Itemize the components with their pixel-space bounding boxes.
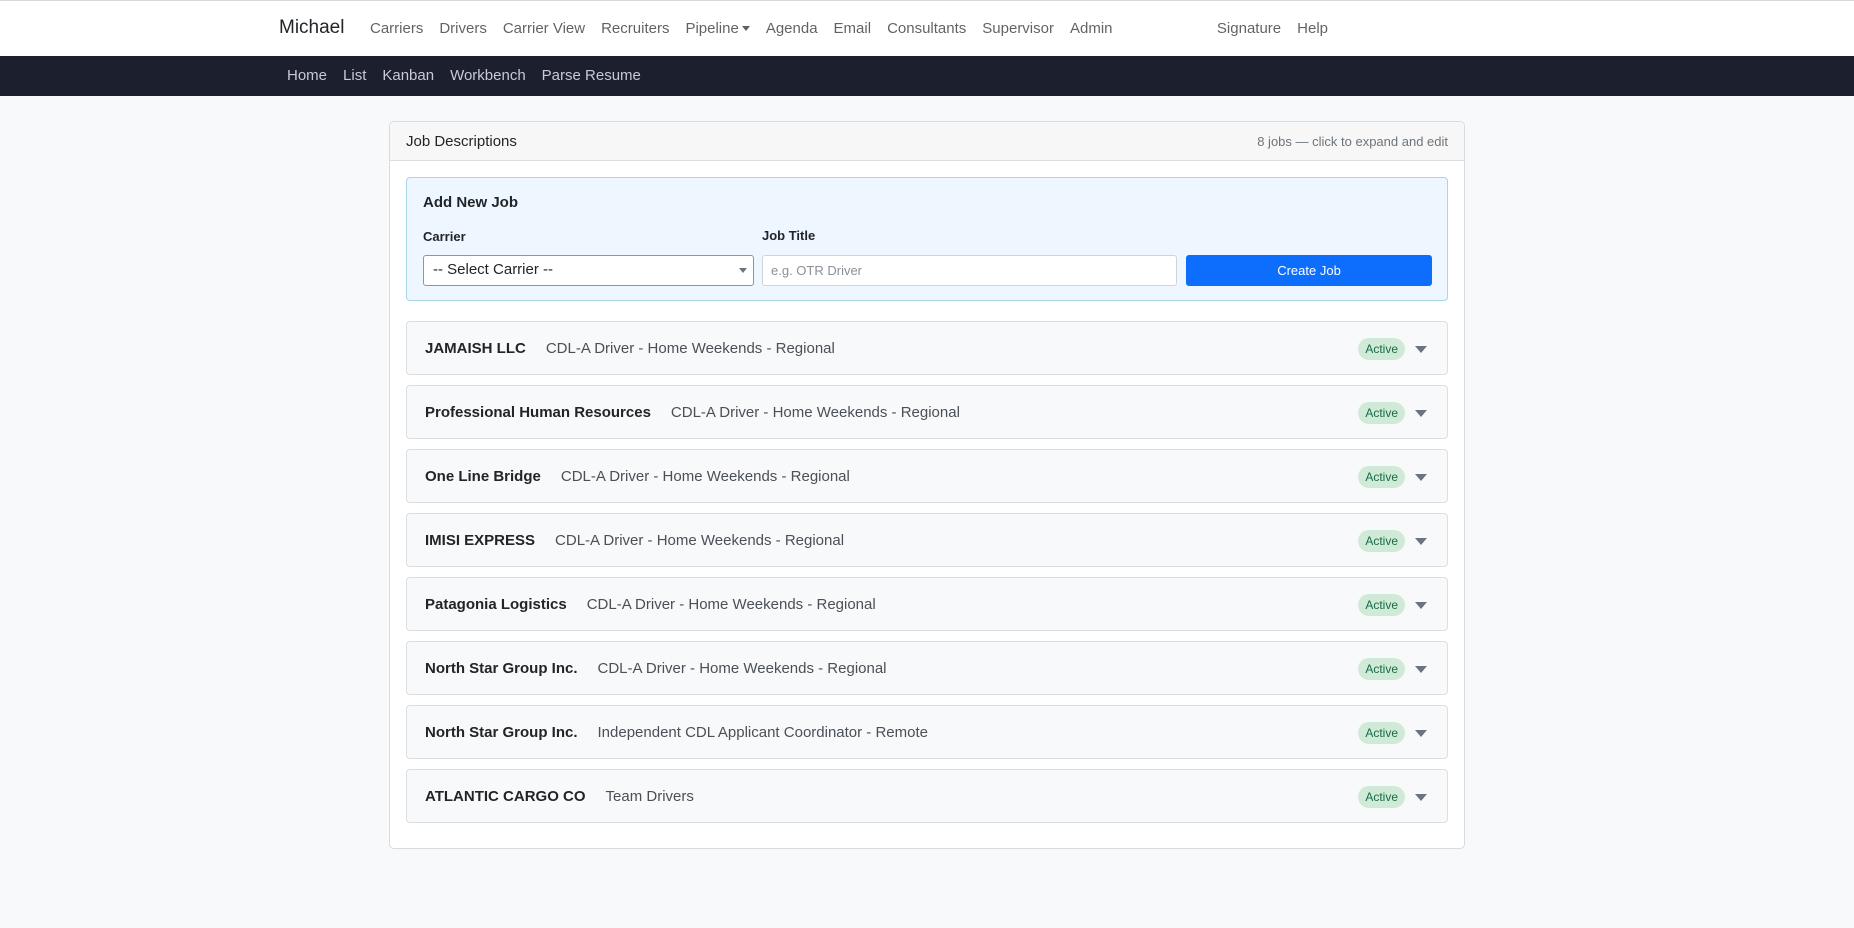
expand-chevron-icon[interactable] bbox=[1415, 410, 1427, 417]
status-badge: Active bbox=[1358, 530, 1405, 552]
job-row[interactable]: North Star Group Inc. CDL-A Driver - Hom… bbox=[406, 641, 1448, 695]
job-descriptions-card: Job Descriptions 8 jobs — click to expan… bbox=[389, 121, 1465, 849]
job-row[interactable]: North Star Group Inc. Independent CDL Ap… bbox=[406, 705, 1448, 759]
caret-down-icon bbox=[741, 26, 750, 31]
status-badge: Active bbox=[1358, 722, 1405, 744]
job-title-input[interactable] bbox=[762, 255, 1177, 286]
subnav-list[interactable]: List bbox=[343, 67, 366, 84]
nav-drivers[interactable]: Drivers bbox=[439, 20, 487, 37]
job-title: CDL-A Driver - Home Weekends - Regional bbox=[670, 403, 960, 421]
job-row[interactable]: One Line Bridge CDL-A Driver - Home Week… bbox=[406, 449, 1448, 503]
add-job-title: Add New Job bbox=[423, 194, 519, 211]
job-carrier: North Star Group Inc. bbox=[425, 723, 578, 741]
nav-agenda[interactable]: Agenda bbox=[766, 20, 818, 37]
job-title: CDL-A Driver - Home Weekends - Regional bbox=[560, 467, 850, 485]
carrier-select-value: -- Select Carrier -- bbox=[433, 261, 554, 278]
sub-navbar: Home List Kanban Workbench Parse Resume bbox=[0, 56, 1854, 96]
status-badge: Active bbox=[1358, 786, 1405, 808]
job-title: CDL-A Driver - Home Weekends - Regional bbox=[597, 659, 887, 677]
nav-consultants[interactable]: Consultants bbox=[887, 20, 966, 37]
carrier-label: Carrier bbox=[423, 229, 466, 244]
nav-email[interactable]: Email bbox=[834, 20, 872, 37]
job-row[interactable]: Professional Human Resources CDL-A Drive… bbox=[406, 385, 1448, 439]
subnav-home[interactable]: Home bbox=[287, 67, 327, 84]
job-list: JAMAISH LLC CDL-A Driver - Home Weekends… bbox=[406, 321, 1448, 833]
status-badge: Active bbox=[1358, 466, 1405, 488]
nav-carrier-view[interactable]: Carrier View bbox=[503, 20, 585, 37]
job-row[interactable]: ATLANTIC CARGO CO Team Drivers Active bbox=[406, 769, 1448, 823]
nav-admin[interactable]: Admin bbox=[1070, 20, 1113, 37]
expand-chevron-icon[interactable] bbox=[1415, 602, 1427, 609]
job-row[interactable]: JAMAISH LLC CDL-A Driver - Home Weekends… bbox=[406, 321, 1448, 375]
job-title-label: Job Title bbox=[762, 228, 816, 243]
expand-chevron-icon[interactable] bbox=[1415, 666, 1427, 673]
expand-chevron-icon[interactable] bbox=[1415, 794, 1427, 801]
job-title: Independent CDL Applicant Coordinator - … bbox=[597, 723, 928, 741]
status-badge: Active bbox=[1358, 338, 1405, 360]
subnav-workbench[interactable]: Workbench bbox=[450, 67, 526, 84]
nav-supervisor[interactable]: Supervisor bbox=[982, 20, 1054, 37]
add-new-job-panel: Add New Job Carrier Job Title -- Select … bbox=[406, 177, 1448, 301]
job-row[interactable]: IMISI EXPRESS CDL-A Driver - Home Weeken… bbox=[406, 513, 1448, 567]
subnav-kanban[interactable]: Kanban bbox=[382, 67, 434, 84]
nav-pipeline-dropdown[interactable]: Pipeline bbox=[685, 20, 750, 37]
main-nav: Carriers Drivers Carrier View Recruiters… bbox=[370, 20, 1129, 37]
brand-link[interactable]: Michael bbox=[279, 17, 344, 39]
job-carrier: ATLANTIC CARGO CO bbox=[425, 787, 586, 805]
status-badge: Active bbox=[1358, 658, 1405, 680]
job-title: Team Drivers bbox=[605, 787, 694, 805]
expand-chevron-icon[interactable] bbox=[1415, 346, 1427, 353]
chevron-down-icon bbox=[739, 268, 747, 273]
job-carrier: Professional Human Resources bbox=[425, 403, 651, 421]
jobs-count-hint: 8 jobs — click to expand and edit bbox=[1257, 134, 1448, 149]
job-carrier: North Star Group Inc. bbox=[425, 659, 578, 677]
expand-chevron-icon[interactable] bbox=[1415, 730, 1427, 737]
expand-chevron-icon[interactable] bbox=[1415, 538, 1427, 545]
nav-signature[interactable]: Signature bbox=[1217, 20, 1281, 37]
secondary-nav: Signature Help bbox=[1217, 20, 1328, 37]
job-carrier: IMISI EXPRESS bbox=[425, 531, 536, 549]
top-navbar: Michael Carriers Drivers Carrier View Re… bbox=[0, 0, 1854, 56]
status-badge: Active bbox=[1358, 594, 1405, 616]
job-row[interactable]: Patagonia Logistics CDL-A Driver - Home … bbox=[406, 577, 1448, 631]
job-carrier: Patagonia Logistics bbox=[425, 595, 567, 613]
carrier-select[interactable]: -- Select Carrier -- bbox=[423, 255, 754, 286]
job-carrier: One Line Bridge bbox=[425, 467, 541, 485]
job-carrier: JAMAISH LLC bbox=[425, 339, 526, 357]
nav-recruiters[interactable]: Recruiters bbox=[601, 20, 669, 37]
job-title: CDL-A Driver - Home Weekends - Regional bbox=[545, 339, 835, 357]
card-header: Job Descriptions 8 jobs — click to expan… bbox=[390, 122, 1464, 161]
expand-chevron-icon[interactable] bbox=[1415, 474, 1427, 481]
create-job-button[interactable]: Create Job bbox=[1186, 255, 1432, 286]
job-title: CDL-A Driver - Home Weekends - Regional bbox=[586, 595, 876, 613]
nav-carriers[interactable]: Carriers bbox=[370, 20, 423, 37]
job-title: CDL-A Driver - Home Weekends - Regional bbox=[555, 531, 845, 549]
status-badge: Active bbox=[1358, 402, 1405, 424]
card-title: Job Descriptions bbox=[406, 133, 517, 150]
nav-help[interactable]: Help bbox=[1297, 20, 1328, 37]
nav-pipeline-label: Pipeline bbox=[685, 20, 739, 37]
subnav-parse-resume[interactable]: Parse Resume bbox=[542, 67, 641, 84]
